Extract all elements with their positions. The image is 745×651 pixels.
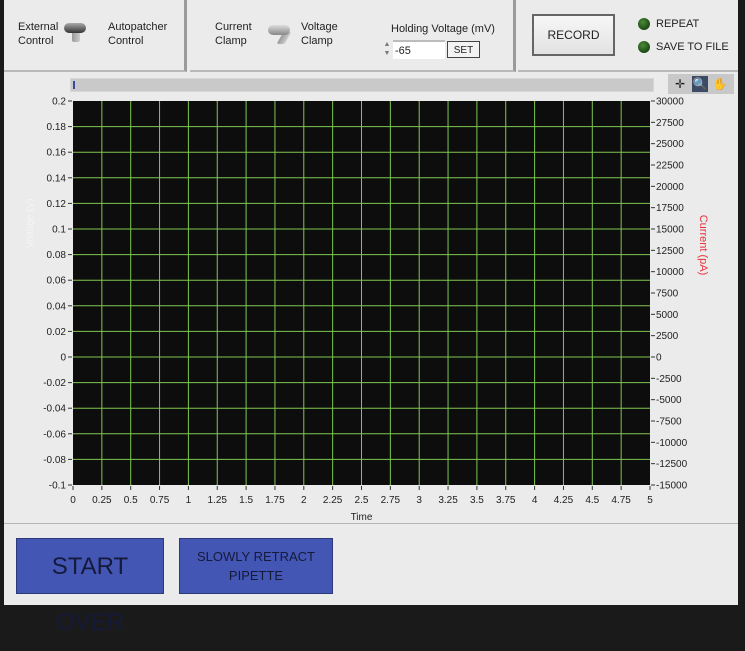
y2-tick-label: -15000 bbox=[656, 481, 688, 492]
y2-tick-label: -5000 bbox=[656, 395, 682, 406]
y2-tick-label: 27500 bbox=[656, 118, 684, 129]
y2-axis-ticks: 3000027500250002250020000175001500012500… bbox=[651, 97, 688, 492]
y-tick-label: 0.2 bbox=[52, 97, 66, 108]
bottom-divider bbox=[4, 523, 738, 524]
y-tick-label: -0.1 bbox=[49, 481, 67, 492]
x-tick-label: 1 bbox=[186, 495, 192, 506]
x-tick-label: 4.75 bbox=[611, 495, 631, 506]
slowly-retract-pipette-button[interactable]: SLOWLY RETRACT PIPETTE bbox=[179, 538, 333, 594]
y2-tick-label: 15000 bbox=[656, 225, 684, 236]
x-axis-ticks: 0 0.25 0.5 0.75 1 1.25 1.5 1.75 2 2.25 2.5 2.75 3 3.2… bbox=[70, 486, 653, 506]
y2-tick-label: -12500 bbox=[656, 459, 688, 470]
y2-tick-label: 22500 bbox=[656, 161, 684, 172]
y-tick-label: 0 bbox=[60, 353, 66, 364]
y2-axis-label: Current (pA) bbox=[697, 215, 709, 276]
y2-tick-label: -2500 bbox=[656, 374, 682, 385]
y2-tick-label: 0 bbox=[656, 353, 662, 364]
y2-tick-label: 7500 bbox=[656, 289, 679, 300]
x-axis-label: Time bbox=[351, 512, 373, 523]
y-tick-label: 0.1 bbox=[52, 225, 66, 236]
y2-tick-label: 2500 bbox=[656, 331, 679, 342]
y-tick-label: 0.06 bbox=[47, 276, 67, 287]
y-axis-ticks: 0.2 0.18 0.16 0.14 0.12 0.1 0.08 0.06 0.04 0.02 0 -… bbox=[43, 97, 72, 492]
y2-tick-label: 12500 bbox=[656, 246, 684, 257]
y-tick-label: 0.04 bbox=[47, 301, 67, 312]
y-axis-label: Voltage (V) bbox=[25, 198, 36, 247]
x-tick-label: 2 bbox=[301, 495, 307, 506]
y-tick-label: 0.16 bbox=[47, 148, 67, 159]
x-tick-label: 2.5 bbox=[355, 495, 369, 506]
x-tick-label: 5 bbox=[647, 495, 653, 506]
y-tick-label: 0.02 bbox=[47, 327, 67, 338]
grid-lines bbox=[73, 101, 650, 485]
x-tick-label: 2.25 bbox=[323, 495, 343, 506]
y2-tick-label: 5000 bbox=[656, 310, 679, 321]
y-tick-label: 0.12 bbox=[47, 199, 67, 210]
y2-tick-label: 17500 bbox=[656, 203, 684, 214]
x-tick-label: 4.25 bbox=[554, 495, 574, 506]
y-tick-label: 0.14 bbox=[47, 173, 67, 184]
y2-tick-label: -7500 bbox=[656, 417, 682, 428]
y-tick-label: -0.02 bbox=[43, 378, 66, 389]
x-tick-label: 4 bbox=[532, 495, 538, 506]
x-tick-label: 2.75 bbox=[381, 495, 401, 506]
x-tick-label: 1.5 bbox=[239, 495, 253, 506]
x-tick-label: 4.5 bbox=[585, 495, 599, 506]
x-tick-label: 0.25 bbox=[92, 495, 112, 506]
start-over-button[interactable]: START OVER bbox=[16, 538, 164, 636]
y-tick-label: 0.08 bbox=[47, 250, 67, 261]
x-tick-label: 1.25 bbox=[208, 495, 228, 506]
y-tick-label: -0.04 bbox=[43, 404, 66, 415]
x-tick-label: 3.5 bbox=[470, 495, 484, 506]
x-tick-label: 1.75 bbox=[265, 495, 285, 506]
x-tick-label: 0.5 bbox=[124, 495, 138, 506]
retract-line1: SLOWLY RETRACT bbox=[197, 549, 315, 564]
x-tick-label: 0 bbox=[70, 495, 76, 506]
y2-tick-label: -10000 bbox=[656, 438, 688, 449]
x-tick-label: 3.25 bbox=[438, 495, 458, 506]
retract-line2: PIPETTE bbox=[228, 568, 284, 583]
x-tick-label: 0.75 bbox=[150, 495, 170, 506]
y2-tick-label: 30000 bbox=[656, 97, 684, 108]
y2-tick-label: 25000 bbox=[656, 139, 684, 150]
y-tick-label: -0.08 bbox=[43, 455, 66, 466]
x-tick-label: 3 bbox=[416, 495, 422, 506]
y-tick-label: -0.06 bbox=[43, 429, 66, 440]
x-tick-label: 3.75 bbox=[496, 495, 516, 506]
y2-tick-label: 10000 bbox=[656, 267, 684, 278]
y2-tick-label: 20000 bbox=[656, 182, 684, 193]
y-tick-label: 0.18 bbox=[47, 122, 67, 133]
